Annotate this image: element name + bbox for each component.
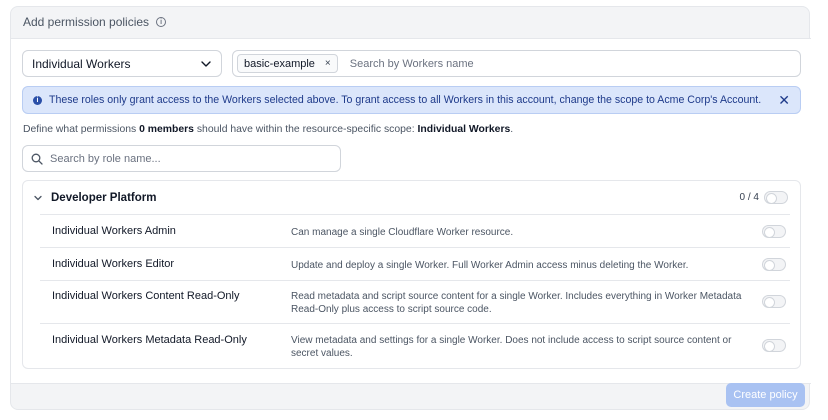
scope-name: Individual Workers <box>417 124 511 135</box>
workers-multiselect[interactable]: basic-example × <box>232 50 801 77</box>
info-banner: i These roles only grant access to the W… <box>22 86 801 114</box>
role-description: Update and deploy a single Worker. Full … <box>291 260 689 271</box>
chevron-down-icon[interactable] <box>33 193 43 203</box>
role-search[interactable] <box>22 145 341 172</box>
scope-select[interactable]: Individual Workers <box>22 50 222 77</box>
group-title: Developer Platform <box>51 191 157 204</box>
permission-policies-panel: Add permission policies i Individual Wor… <box>10 6 811 410</box>
role-toggle[interactable] <box>762 258 786 271</box>
workers-search-input[interactable] <box>349 57 796 70</box>
scope-description: Define what permissions 0 members should… <box>23 124 513 135</box>
worker-chip: basic-example × <box>237 54 338 73</box>
role-description: Can manage a single Cloudflare Worker re… <box>291 227 514 238</box>
info-filled-icon: i <box>33 95 42 105</box>
banner-text: These roles only grant access to the Wor… <box>49 94 762 106</box>
panel-header: Add permission policies i <box>11 7 809 37</box>
group-count: 0 / 4 <box>739 192 759 203</box>
role-row: Individual Workers Metadata Read-Only Vi… <box>40 323 790 368</box>
worker-chip-label: basic-example <box>244 57 315 70</box>
chevron-down-icon <box>201 60 211 67</box>
define-prefix: Define what permissions <box>23 124 137 135</box>
role-description: Read metadata and script source content … <box>291 291 742 315</box>
panel-body: Individual Workers basic-example × i The… <box>11 38 811 384</box>
group-toggle[interactable] <box>764 191 788 204</box>
create-policy-button[interactable]: Create policy <box>726 383 805 407</box>
scope-selected-value: Individual Workers <box>32 56 131 71</box>
role-row: Individual Workers Admin Can manage a si… <box>40 214 790 247</box>
role-name: Individual Workers Admin <box>52 225 176 237</box>
role-toggle[interactable] <box>762 339 786 352</box>
role-name: Individual Workers Content Read-Only <box>52 290 240 302</box>
role-row: Individual Workers Content Read-Only Rea… <box>40 280 790 323</box>
member-count: 0 members <box>139 124 194 135</box>
close-icon[interactable]: ✕ <box>778 93 790 107</box>
role-description: View metadata and settings for a single … <box>291 335 732 359</box>
group-header[interactable]: Developer Platform 0 / 4 <box>23 181 800 214</box>
info-icon[interactable]: i <box>156 17 167 27</box>
role-toggle[interactable] <box>762 225 786 238</box>
role-toggle[interactable] <box>762 295 786 308</box>
role-name: Individual Workers Editor <box>52 258 175 270</box>
define-middle: should have within the resource-specific… <box>196 124 415 135</box>
panel-title: Add permission policies <box>23 15 150 29</box>
chip-remove-icon[interactable]: × <box>325 58 331 69</box>
define-suffix: . <box>510 124 514 135</box>
role-row: Individual Workers Editor Update and dep… <box>40 247 790 280</box>
search-icon <box>31 153 43 165</box>
role-name: Individual Workers Metadata Read-Only <box>52 334 247 346</box>
roles-group: Developer Platform 0 / 4 Individual Work… <box>22 180 801 369</box>
role-search-input[interactable] <box>50 152 320 165</box>
